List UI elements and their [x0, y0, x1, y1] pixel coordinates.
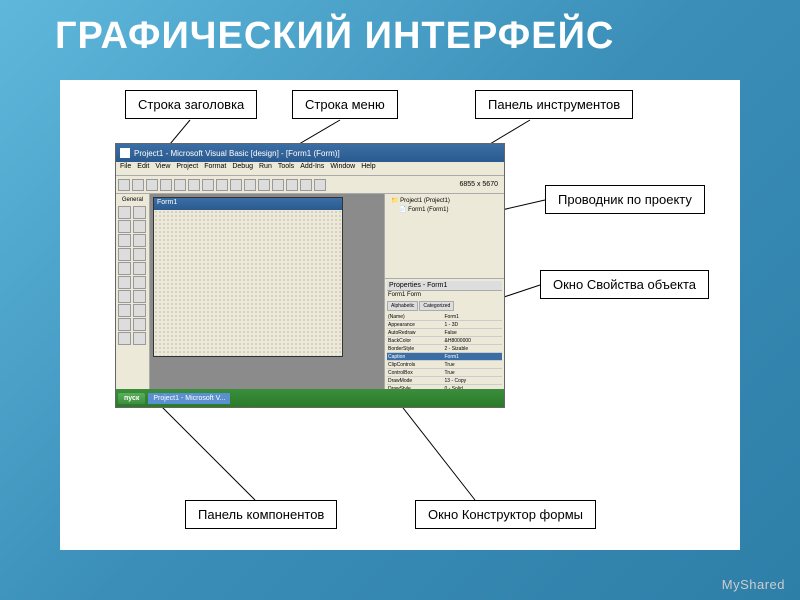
property-row[interactable]: Appearance1 - 3D [387, 321, 502, 329]
project-tree-root[interactable]: 📁 Project1 (Project1) [387, 196, 502, 205]
callout-menu: Строка меню [292, 90, 398, 119]
tool-data-icon[interactable] [133, 332, 146, 345]
menu-tools[interactable]: Tools [278, 163, 294, 174]
tool-pointer-icon[interactable] [118, 206, 131, 219]
tool-frame-icon[interactable] [118, 234, 131, 247]
property-row[interactable]: ControlBoxTrue [387, 369, 502, 377]
toolbar-button[interactable] [160, 179, 172, 191]
tool-timer-icon[interactable] [118, 290, 131, 303]
tool-textbox-icon[interactable] [133, 220, 146, 233]
tool-shape-icon[interactable] [118, 318, 131, 331]
tab-categorized[interactable]: Categorized [419, 301, 454, 311]
form-window[interactable]: Form1 [153, 197, 343, 357]
properties-grid[interactable]: (Name)Form1 Appearance1 - 3D AutoRedrawF… [387, 313, 502, 393]
callout-components: Панель компонентов [185, 500, 337, 529]
ide-titlebar[interactable]: Project1 - Microsoft Visual Basic [desig… [116, 144, 504, 162]
right-panels: 📁 Project1 (Project1) 📄 Form1 (Form1) Pr… [384, 194, 504, 407]
form-canvas[interactable] [154, 210, 342, 356]
toolbar-button[interactable] [314, 179, 326, 191]
toolbar-button[interactable] [300, 179, 312, 191]
form-designer-area[interactable]: Form1 [150, 194, 384, 407]
taskbar-item[interactable]: Project1 - Microsoft V... [148, 393, 230, 404]
tool-label-icon[interactable] [118, 220, 131, 233]
tool-line-icon[interactable] [133, 318, 146, 331]
tool-combobox-icon[interactable] [118, 262, 131, 275]
toolbox-panel: General [116, 194, 150, 407]
project-tree-form[interactable]: 📄 Form1 (Form1) [387, 205, 502, 214]
properties-tabs: Alphabetic Categorized [387, 301, 502, 311]
toolbar-button[interactable] [272, 179, 284, 191]
toolbar-button[interactable] [244, 179, 256, 191]
ide-body: General [116, 194, 504, 407]
callout-toolbar: Панель инструментов [475, 90, 633, 119]
menu-file[interactable]: File [120, 163, 131, 174]
property-row[interactable]: (Name)Form1 [387, 313, 502, 321]
coordinates-display: 6855 x 5670 [459, 181, 502, 188]
tool-vscroll-icon[interactable] [133, 276, 146, 289]
tool-dir-icon[interactable] [118, 304, 131, 317]
ide-toolbar: 6855 x 5670 [116, 176, 504, 194]
toolbar-button[interactable] [286, 179, 298, 191]
toolbar-button[interactable] [202, 179, 214, 191]
tool-button-icon[interactable] [133, 234, 146, 247]
menu-debug[interactable]: Debug [232, 163, 253, 174]
property-row[interactable]: BorderStyle2 - Sizable [387, 345, 502, 353]
form-titlebar[interactable]: Form1 [154, 198, 342, 210]
menu-view[interactable]: View [155, 163, 170, 174]
menu-help[interactable]: Help [361, 163, 375, 174]
tool-image-icon[interactable] [118, 332, 131, 345]
tool-option-icon[interactable] [133, 248, 146, 261]
toolbar-button[interactable] [258, 179, 270, 191]
windows-taskbar[interactable]: пуск Project1 - Microsoft V... [116, 389, 504, 407]
callout-designer: Окно Конструктор формы [415, 500, 596, 529]
toolbox-grid [118, 206, 147, 345]
tool-listbox-icon[interactable] [133, 262, 146, 275]
project-explorer-panel: 📁 Project1 (Project1) 📄 Form1 (Form1) [385, 194, 504, 279]
menu-edit[interactable]: Edit [137, 163, 149, 174]
tool-checkbox-icon[interactable] [118, 248, 131, 261]
app-icon [120, 148, 130, 158]
tool-picturebox-icon[interactable] [133, 206, 146, 219]
toolbar-button[interactable] [188, 179, 200, 191]
menu-run[interactable]: Run [259, 163, 272, 174]
toolbar-button[interactable] [146, 179, 158, 191]
tab-alphabetic[interactable]: Alphabetic [387, 301, 418, 311]
properties-object[interactable]: Form1 Form [387, 291, 502, 299]
window-title-text: Project1 - Microsoft Visual Basic [desig… [134, 149, 340, 158]
toolbar-button[interactable] [230, 179, 242, 191]
menu-addins[interactable]: Add-Ins [300, 163, 324, 174]
tool-file-icon[interactable] [133, 304, 146, 317]
start-button[interactable]: пуск [118, 393, 145, 404]
property-row[interactable]: ClipControlsTrue [387, 361, 502, 369]
menu-window[interactable]: Window [330, 163, 355, 174]
menu-format[interactable]: Format [204, 163, 226, 174]
watermark: MyShared [722, 577, 785, 592]
callout-titlebar: Строка заголовка [125, 90, 257, 119]
toolbar-button[interactable] [118, 179, 130, 191]
toolbar-button[interactable] [216, 179, 228, 191]
toolbar-button[interactable] [174, 179, 186, 191]
tool-drive-icon[interactable] [133, 290, 146, 303]
tool-hscroll-icon[interactable] [118, 276, 131, 289]
ide-menu-bar[interactable]: File Edit View Project Format Debug Run … [116, 162, 504, 176]
toolbar-button[interactable] [132, 179, 144, 191]
slide-title: ГРАФИЧЕСКИЙ ИНТЕРФЕЙС [55, 15, 614, 58]
callout-project-explorer: Проводник по проекту [545, 185, 705, 214]
menu-project[interactable]: Project [176, 163, 198, 174]
properties-header: Properties - Form1 [387, 281, 502, 291]
property-row[interactable]: BackColor&H8000000 [387, 337, 502, 345]
property-row[interactable]: CaptionForm1 [387, 353, 502, 361]
callout-properties: Окно Свойства объекта [540, 270, 709, 299]
ide-window: Project1 - Microsoft Visual Basic [desig… [115, 143, 505, 408]
property-row[interactable]: AutoRedrawFalse [387, 329, 502, 337]
diagram-container: Строка заголовка Строка меню Панель инст… [60, 80, 740, 550]
properties-panel: Properties - Form1 Form1 Form Alphabetic… [385, 279, 504, 407]
property-row[interactable]: DrawMode13 - Copy [387, 377, 502, 385]
toolbox-title: General [118, 196, 147, 204]
